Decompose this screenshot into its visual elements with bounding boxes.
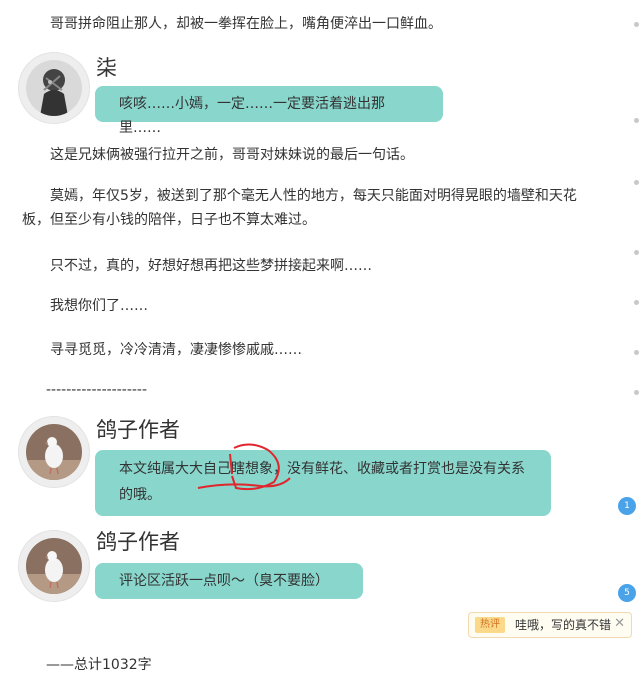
section-divider: --------------------	[46, 382, 148, 398]
hot-comment-tag: 热评	[475, 617, 505, 633]
word-count-total: ——总计1032字	[46, 657, 152, 673]
story-paragraph: 寻寻觅觅，冷冷清清，凄凄惨惨戚戚……	[50, 342, 302, 358]
speaker-name: 鸽子作者	[96, 418, 180, 442]
avatar[interactable]	[18, 416, 90, 488]
story-paragraph: 哥哥拼命阻止那人，却被一拳挥在脸上，嘴角便淬出一口鲜血。	[50, 16, 442, 32]
speaker-name: 柒	[96, 56, 117, 80]
paragraph-comment-dot[interactable]	[634, 390, 639, 395]
avatar[interactable]	[18, 530, 90, 602]
character-avatar-image	[26, 60, 82, 116]
close-icon[interactable]: ✕	[614, 616, 625, 632]
pigeon-avatar-image	[26, 424, 82, 480]
paragraph-comment-dot[interactable]	[634, 300, 639, 305]
paragraph-comment-count-badge[interactable]: 1	[618, 497, 636, 515]
handwritten-annotation	[197, 443, 291, 491]
paragraph-comment-dot[interactable]	[634, 118, 639, 123]
dialog-bubble: 评论区活跃一点呗～（臭不要脸）	[95, 563, 363, 599]
paragraph-comment-dot[interactable]	[634, 250, 639, 255]
story-paragraph: 只不过，真的，好想好想再把这些梦拼接起来啊……	[50, 258, 372, 274]
pigeon-avatar-image	[26, 538, 82, 594]
hot-comment-text: 哇哦，写的真不错	[515, 618, 612, 632]
paragraph-comment-dot[interactable]	[634, 180, 639, 185]
dialog-bubble: 本文纯属大大自己瞎想象，没有鲜花、收藏或者打赏也是没有关系的哦。	[95, 450, 551, 516]
story-paragraph: 我想你们了……	[50, 298, 148, 314]
paragraph-comment-dot[interactable]	[634, 350, 639, 355]
speaker-name: 鸽子作者	[96, 530, 180, 554]
avatar[interactable]	[18, 52, 90, 124]
hot-comment-popup[interactable]: 热评 哇哦，写的真不错 ✕	[468, 612, 632, 638]
paragraph-comment-dot[interactable]	[634, 22, 639, 27]
story-paragraph: 这是兄妹俩被强行拉开之前，哥哥对妹妹说的最后一句话。	[50, 147, 414, 163]
dialog-bubble: 咳咳……小嫣，一定……一定要活着逃出那里……	[95, 86, 443, 136]
story-paragraph: 莫嫣，年仅5岁，被送到了那个毫无人性的地方，每天只能面对明得晃眼的墙壁和天花板，…	[22, 188, 577, 228]
paragraph-comment-count-badge[interactable]: 5	[618, 584, 636, 602]
